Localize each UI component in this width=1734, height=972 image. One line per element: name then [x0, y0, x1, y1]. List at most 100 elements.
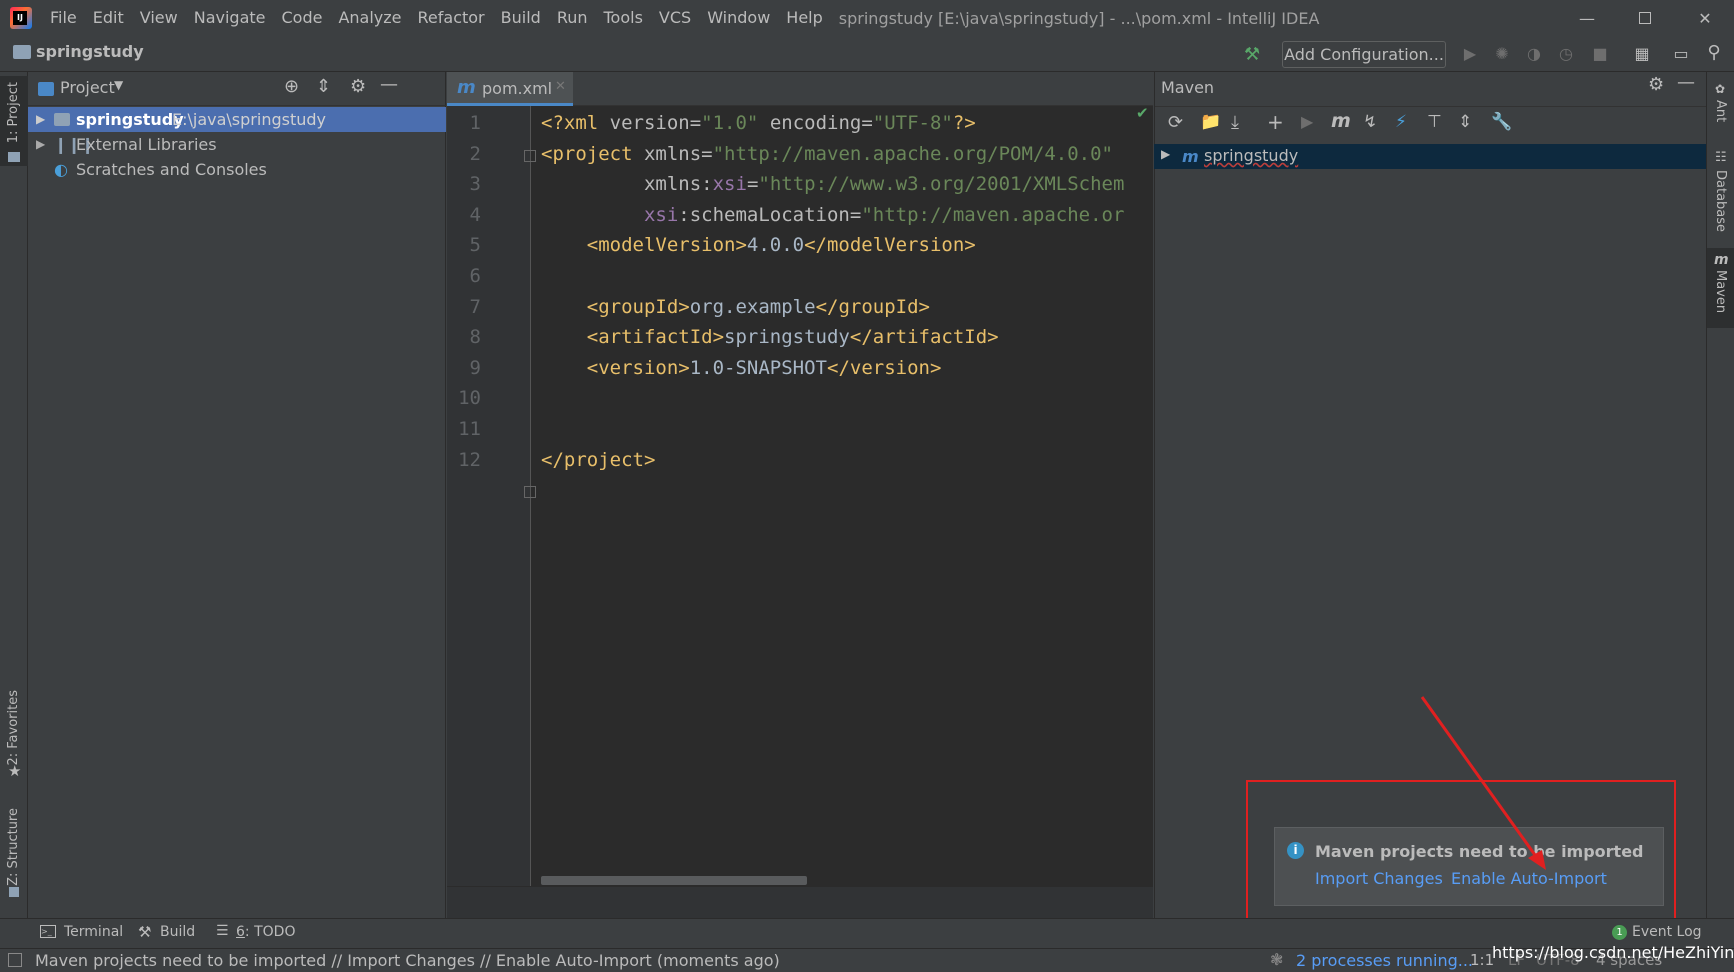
code-token: 4.0.0 — [746, 234, 805, 257]
collapse-all-icon[interactable]: ⇕ — [316, 76, 331, 97]
code-token: "http://maven.apache.or — [861, 203, 1125, 226]
tree-item-springstudy[interactable]: ▶ springstudy E:\java\springstudy — [28, 107, 446, 132]
tab-terminal[interactable]: Terminal — [64, 924, 123, 940]
tree-item-external-libraries[interactable]: ▶ ❙❙❙ External Libraries — [28, 132, 446, 157]
code-line: <version>1.0-SNAPSHOT</version> — [541, 351, 942, 385]
generate-sources-icon[interactable]: 📁 — [1200, 112, 1221, 132]
gear-icon[interactable]: ⚙ — [350, 76, 366, 97]
toggle-offline-icon[interactable]: ↯ — [1363, 112, 1377, 132]
menu-help[interactable]: Help — [778, 0, 830, 36]
wrench-icon[interactable]: 🔧 — [1491, 112, 1512, 132]
skip-tests-icon[interactable]: ⚡ — [1395, 112, 1407, 132]
menu-vcs[interactable]: VCS — [651, 0, 699, 36]
show-dependencies-icon[interactable]: ⊤ — [1427, 112, 1442, 132]
minimize-button[interactable]: — — [1558, 0, 1616, 36]
stop-icon[interactable]: ■ — [1590, 44, 1610, 64]
tab-favorites[interactable]: 2: Favorites — [6, 690, 21, 766]
collapse-all-icon[interactable]: ⇕ — [1458, 112, 1472, 132]
code-token: : — [701, 173, 713, 196]
download-icon[interactable]: ⤓ — [1231, 112, 1239, 133]
maven-tree-root[interactable]: ▶ m springstudy — [1154, 144, 1706, 169]
close-tab-icon[interactable]: ✕ — [555, 79, 566, 94]
debug-icon[interactable]: ✺ — [1492, 44, 1512, 64]
tree-item-scratches[interactable]: ◐ Scratches and Consoles — [28, 157, 446, 182]
code-line: <?xml version="1.0" encoding="UTF-8"?> — [541, 106, 976, 140]
add-configuration-button[interactable]: Add Configuration... — [1282, 41, 1446, 68]
menu-navigate[interactable]: Navigate — [186, 0, 274, 36]
toggle-tool-windows-icon[interactable] — [8, 953, 22, 967]
tab-project[interactable]: 1: Project — [6, 82, 21, 143]
project-structure-icon[interactable]: ▦ — [1632, 44, 1652, 64]
right-tool-stripe: ✿ Ant ☷ Database m Maven — [1706, 72, 1734, 918]
intellij-logo-icon — [10, 7, 32, 29]
tab-pom-xml[interactable]: m pom.xml ✕ — [447, 72, 573, 106]
menu-build[interactable]: Build — [493, 0, 549, 36]
maven-goal-icon[interactable]: m — [1331, 110, 1351, 132]
status-message[interactable]: Maven projects need to be imported // Im… — [35, 951, 780, 970]
menu-refactor[interactable]: Refactor — [410, 0, 493, 36]
expand-arrow-icon[interactable]: ▶ — [36, 107, 45, 132]
horizontal-scrollbar[interactable] — [541, 876, 807, 885]
expand-arrow-icon[interactable]: ▶ — [1161, 147, 1170, 161]
search-everywhere-icon[interactable]: ⚲ — [1704, 43, 1724, 63]
profile-icon[interactable]: ◷ — [1556, 44, 1576, 64]
project-view-label[interactable]: Project — [60, 78, 115, 97]
fold-marker-icon[interactable] — [524, 486, 536, 498]
menu-window[interactable]: Window — [699, 0, 778, 36]
menu-tools[interactable]: Tools — [596, 0, 651, 36]
code-token: :schemaLocation= — [678, 203, 862, 226]
fold-marker-icon[interactable] — [524, 150, 536, 162]
tab-event-log[interactable]: Event Log — [1632, 924, 1702, 940]
code-token: 1.0-SNAPSHOT — [689, 356, 827, 379]
menu-analyze[interactable]: Analyze — [330, 0, 409, 36]
menu-edit[interactable]: Edit — [85, 0, 132, 36]
line-number: 10 — [458, 387, 481, 410]
module-folder-icon — [54, 113, 70, 126]
maven-tab-icon: m — [1714, 252, 1729, 268]
caret-position[interactable]: 1:1 — [1470, 951, 1494, 969]
code-token: encoding — [758, 112, 862, 134]
structure-tab-icon — [9, 887, 19, 897]
code-token: <groupId> — [541, 295, 690, 318]
hide-panel-icon[interactable]: — — [380, 74, 398, 95]
build-hammer-icon[interactable]: ⚒ — [1244, 44, 1260, 65]
tab-todo[interactable]: 6: TODO — [236, 924, 295, 940]
tab-build[interactable]: Build — [160, 924, 195, 940]
code-token: xsi — [541, 203, 679, 226]
tab-ant[interactable]: Ant — [1713, 100, 1728, 122]
maven-project-label: springstudy — [1204, 146, 1299, 165]
scratches-icon: ◐ — [54, 160, 68, 179]
code-token: = — [689, 112, 702, 134]
menu-code[interactable]: Code — [274, 0, 331, 36]
close-button[interactable]: ✕ — [1676, 0, 1734, 36]
code-token: "1.0" — [701, 112, 759, 134]
tab-maven[interactable]: Maven — [1713, 270, 1728, 313]
add-icon[interactable]: + — [1267, 110, 1284, 134]
inspection-ok-icon[interactable]: ✔ — [1136, 104, 1149, 122]
processes-running-link[interactable]: 2 processes running... — [1296, 951, 1473, 970]
code-token: version — [609, 112, 690, 134]
breadcrumb-project[interactable]: springstudy — [36, 42, 144, 61]
tab-database[interactable]: Database — [1713, 170, 1728, 232]
editor-breadcrumbs — [447, 886, 1153, 918]
menu-bar: File Edit View Navigate Code Analyze Refactor B… — [42, 0, 831, 36]
menu-run[interactable]: Run — [549, 0, 596, 36]
expand-arrow-icon[interactable]: ▶ — [36, 132, 45, 157]
hide-panel-icon[interactable]: — — [1677, 72, 1695, 93]
reload-icon[interactable]: ⟳ — [1168, 112, 1183, 133]
presentation-icon[interactable]: ▭ — [1671, 44, 1691, 64]
coverage-icon[interactable]: ◑ — [1524, 44, 1544, 64]
dropdown-arrow-icon[interactable]: ▼ — [114, 78, 123, 92]
tab-structure[interactable]: Z: Structure — [6, 808, 21, 886]
code-token: </groupId> — [815, 295, 930, 318]
menu-file[interactable]: File — [42, 0, 85, 36]
minimize-icon: — — [1579, 8, 1595, 28]
gear-icon[interactable]: ⚙ — [1648, 74, 1664, 95]
run-icon[interactable]: ▶ — [1301, 112, 1313, 131]
run-icon[interactable]: ▶ — [1460, 44, 1480, 64]
maximize-button[interactable] — [1616, 0, 1674, 36]
tree-item-label: Scratches and Consoles — [76, 160, 267, 179]
locate-target-icon[interactable]: ⊕ — [284, 76, 299, 97]
close-icon: ✕ — [1698, 8, 1712, 28]
menu-view[interactable]: View — [132, 0, 186, 36]
